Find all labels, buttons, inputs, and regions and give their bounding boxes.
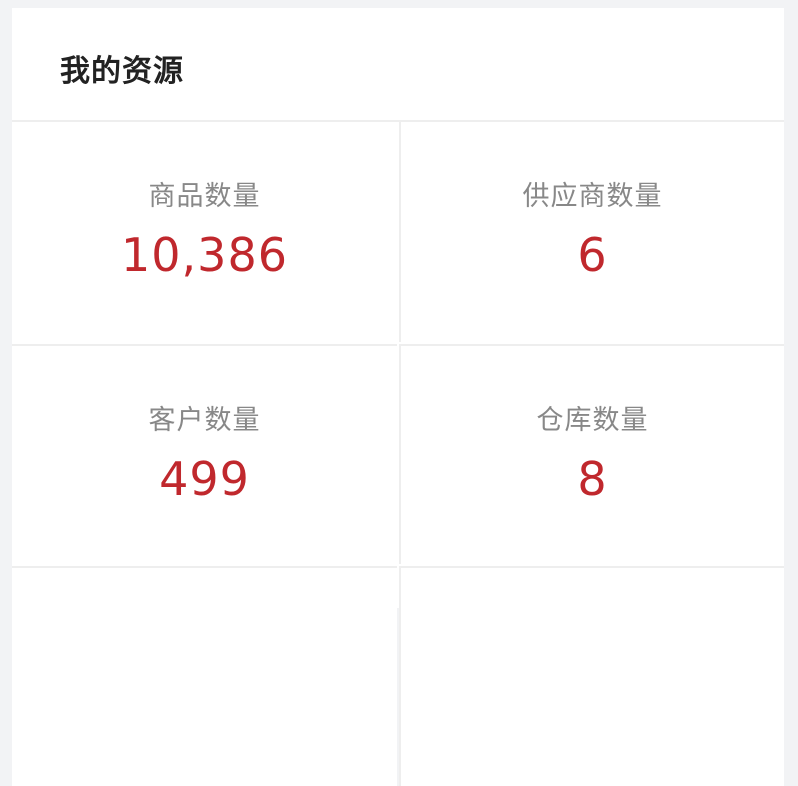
stat-cell-partial[interactable] [12, 566, 397, 786]
stat-value: 10,386 [121, 228, 288, 282]
stat-value: 8 [577, 452, 608, 506]
stat-customer-count[interactable]: 客户数量 499 [12, 344, 397, 564]
stat-supplier-count[interactable]: 供应商数量 6 [399, 122, 784, 342]
stat-value: 499 [159, 452, 250, 506]
my-resources-card: 我的资源 商品数量 10,386 供应商数量 6 客户数量 499 仓库数量 8 [12, 8, 784, 786]
stat-warehouse-count[interactable]: 仓库数量 8 [399, 344, 784, 564]
stat-label: 供应商数量 [522, 181, 663, 212]
stat-label: 客户数量 [148, 405, 261, 436]
stat-label: 商品数量 [148, 181, 261, 212]
stat-cell-partial[interactable] [399, 566, 784, 786]
stat-label: 仓库数量 [536, 405, 649, 436]
card-title: 我的资源 [60, 54, 184, 89]
stat-product-count[interactable]: 商品数量 10,386 [12, 122, 397, 342]
stat-value: 6 [577, 228, 608, 282]
card-header: 我的资源 [12, 8, 784, 122]
